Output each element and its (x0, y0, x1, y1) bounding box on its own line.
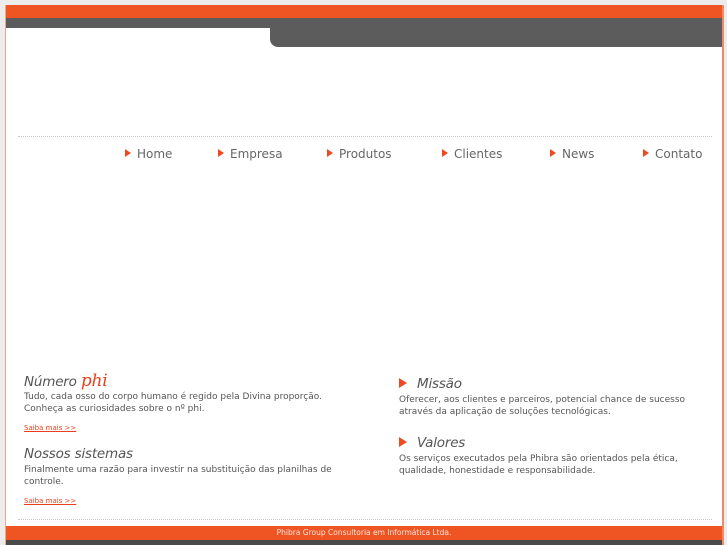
arrow-right-icon (218, 149, 224, 157)
main-nav: Home Empresa Produtos Clientes News Cont… (6, 147, 722, 165)
nav-label: Produtos (339, 147, 392, 161)
sistemas-text: Finalmente uma razão para investir na su… (24, 465, 332, 487)
sistemas-heading: Nossos sistemas (24, 446, 133, 462)
valores-heading: Valores (399, 435, 699, 451)
valores-section: Valores Os serviços executados pela Phib… (399, 435, 699, 477)
nav-item-home[interactable]: Home (125, 147, 172, 161)
arrow-right-icon (442, 149, 448, 157)
valores-heading-text: Valores (417, 435, 466, 451)
page-container: Home Empresa Produtos Clientes News Cont… (5, 5, 724, 545)
nav-item-produtos[interactable]: Produtos (327, 147, 392, 161)
arrow-right-icon (643, 149, 649, 157)
phi-heading: Número phi (24, 371, 334, 391)
arrow-right-icon (399, 378, 407, 388)
nav-divider (18, 136, 712, 137)
phi-section: Número phi Tudo, cada osso do corpo huma… (24, 371, 334, 434)
valores-text: Os serviços executados pela Phibra são o… (399, 454, 678, 476)
missao-heading: Missão (399, 376, 699, 392)
arrow-right-icon (399, 437, 407, 447)
nav-label: Contato (655, 147, 703, 161)
missao-heading-text: Missão (417, 376, 462, 392)
nav-label: News (562, 147, 595, 161)
nav-item-contato[interactable]: Contato (643, 147, 702, 161)
nav-label: Home (137, 147, 173, 161)
sistemas-more-link[interactable]: Saiba mais >> (24, 497, 76, 505)
nav-item-empresa[interactable]: Empresa (218, 147, 283, 161)
footer-gray-strip (6, 540, 722, 545)
phi-text: Tudo, cada osso do corpo humano é regido… (24, 392, 322, 414)
nav-item-news[interactable]: News (550, 147, 594, 161)
arrow-right-icon (550, 149, 556, 157)
footer-bar: Phibra Group Consultoria em Informática … (6, 526, 722, 540)
nav-label: Empresa (230, 147, 283, 161)
nav-label: Clientes (454, 147, 503, 161)
arrow-right-icon (125, 149, 131, 157)
header-gray-block (270, 18, 722, 47)
header-tab (6, 28, 270, 48)
footer-divider (18, 519, 712, 520)
arrow-right-icon (327, 149, 333, 157)
footer-text: Phibra Group Consultoria em Informática … (276, 528, 452, 537)
sistemas-section: Nossos sistemas Finalmente uma razão par… (24, 446, 334, 507)
phi-heading-accent: phi (80, 371, 108, 391)
phi-more-link[interactable]: Saiba mais >> (24, 424, 76, 432)
nav-item-clientes[interactable]: Clientes (442, 147, 502, 161)
missao-text: Oferecer, aos clientes e parceiros, pote… (399, 395, 686, 417)
header-orange-bar (6, 5, 722, 18)
phi-heading-text: Número (24, 374, 77, 390)
missao-section: Missão Oferecer, aos clientes e parceiro… (399, 376, 699, 418)
